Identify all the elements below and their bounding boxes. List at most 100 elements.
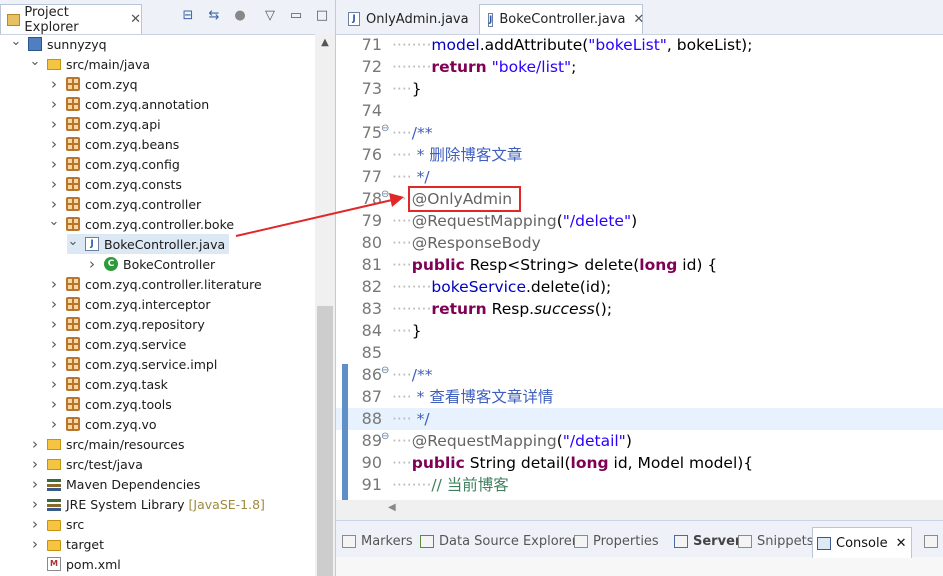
tree-item[interactable]: › C BokeController: [86, 254, 219, 274]
chevron-right-icon[interactable]: ›: [48, 375, 60, 393]
tree-item[interactable]: › src/test/java: [29, 454, 147, 474]
tab-pr[interactable]: Pr: [924, 529, 943, 553]
chevron-right-icon[interactable]: ›: [48, 115, 60, 133]
tree-item[interactable]: › com.zyq.repository: [48, 314, 209, 334]
chevron-right-icon[interactable]: ›: [48, 395, 60, 413]
tree-item[interactable]: › com.zyq.controller: [48, 194, 205, 214]
code-line[interactable]: 79 ····@RequestMapping("/delete"): [336, 210, 943, 232]
tree-item[interactable]: › com.zyq.consts: [48, 174, 186, 194]
code-line[interactable]: 83 ········return Resp.success();: [336, 298, 943, 320]
tab-snippets[interactable]: Snippets: [738, 529, 813, 553]
view-menu-icon[interactable]: ▽: [262, 8, 278, 24]
chevron-right-icon[interactable]: ›: [48, 75, 60, 93]
focus-icon[interactable]: ●: [232, 8, 248, 24]
maximize-icon[interactable]: □: [314, 8, 330, 24]
code-line[interactable]: 86 ⊖ ····/**: [336, 364, 943, 386]
tree-item[interactable]: › com.zyq.interceptor: [48, 294, 215, 314]
chevron-right-icon[interactable]: ›: [86, 255, 98, 273]
chevron-right-icon[interactable]: ›: [48, 355, 60, 373]
code-line[interactable]: 77 ···· */: [336, 166, 943, 188]
tree-item[interactable]: › src: [29, 514, 88, 534]
chevron-down-icon[interactable]: ⌄: [29, 54, 41, 69]
chevron-right-icon[interactable]: ›: [29, 475, 41, 493]
tree-item[interactable]: › com.zyq.service.impl: [48, 354, 221, 374]
close-icon[interactable]: ✕: [130, 12, 141, 27]
tree-item[interactable]: › com.zyq.beans: [48, 134, 183, 154]
chevron-right-icon[interactable]: ›: [48, 415, 60, 433]
tab-properties[interactable]: Properties: [574, 529, 659, 553]
fold-icon[interactable]: ⊖: [381, 118, 389, 140]
fold-icon[interactable]: ⊖: [381, 426, 389, 448]
tree-item[interactable]: › target: [29, 534, 108, 554]
chevron-right-icon[interactable]: ›: [29, 535, 41, 553]
tree-item[interactable]: › com.zyq: [48, 74, 142, 94]
code-line[interactable]: 71 ········model.addAttribute("bokeList",…: [336, 34, 943, 56]
tree-item[interactable]: ⌄ sunnyzyq: [10, 34, 111, 54]
chevron-right-icon[interactable]: ›: [48, 175, 60, 193]
chevron-right-icon[interactable]: ›: [48, 155, 60, 173]
code-line[interactable]: 89 ⊖ ····@RequestMapping("/detail"): [336, 430, 943, 452]
code-line[interactable]: 75 ⊖ ····/**: [336, 122, 943, 144]
tree-item[interactable]: › com.zyq.service: [48, 334, 190, 354]
scroll-left-icon[interactable]: ◀: [388, 502, 396, 513]
tree-item[interactable]: › com.zyq.controller.literature: [48, 274, 266, 294]
code-line[interactable]: 87 ···· * 查看博客文章详情: [336, 386, 943, 408]
chevron-right-icon[interactable]: ›: [29, 515, 41, 533]
code-area[interactable]: 71 ········model.addAttribute("bokeList",…: [336, 34, 943, 500]
chevron-right-icon[interactable]: ›: [48, 315, 60, 333]
code-line[interactable]: 91 ········// 当前博客: [336, 474, 943, 496]
close-icon[interactable]: ✕: [633, 12, 644, 27]
tree-item[interactable]: ⌄ J BokeController.java: [67, 234, 230, 254]
project-explorer-tab[interactable]: Project Explorer ✕: [0, 4, 142, 35]
fold-icon[interactable]: ⊖: [381, 184, 389, 206]
code-line[interactable]: 85: [336, 342, 943, 364]
tab-markers[interactable]: Markers: [342, 529, 413, 553]
tree-item[interactable]: › com.zyq.vo: [48, 414, 161, 434]
fold-icon[interactable]: ⊖: [381, 360, 389, 382]
chevron-right-icon[interactable]: ›: [48, 295, 60, 313]
code-line[interactable]: 74: [336, 100, 943, 122]
tree-item[interactable]: › com.zyq.task: [48, 374, 172, 394]
tree-item[interactable]: › com.zyq.annotation: [48, 94, 213, 114]
code-line[interactable]: 80 ····@ResponseBody: [336, 232, 943, 254]
chevron-down-icon[interactable]: ⌄: [48, 214, 60, 229]
chevron-right-icon[interactable]: ›: [48, 195, 60, 213]
tab-data-source-explorer[interactable]: Data Source Explorer: [420, 529, 577, 553]
chevron-right-icon[interactable]: ›: [48, 275, 60, 293]
tree-item[interactable]: › Maven Dependencies: [29, 474, 204, 494]
tree-item[interactable]: › com.zyq.api: [48, 114, 165, 134]
tree-item[interactable]: › com.zyq.config: [48, 154, 184, 174]
tree-item[interactable]: ⌄ com.zyq.controller.boke: [48, 214, 238, 234]
link-with-editor-icon[interactable]: ⇆: [206, 8, 222, 24]
minimize-icon[interactable]: ▭: [288, 8, 304, 24]
tree-item[interactable]: Mpom.xml: [29, 554, 125, 574]
chevron-right-icon[interactable]: ›: [48, 135, 60, 153]
scroll-up-icon[interactable]: ▲: [315, 34, 335, 52]
close-icon[interactable]: ✕: [896, 536, 907, 551]
tree-item[interactable]: › src/main/resources: [29, 434, 188, 454]
tab-onlyadmin-java[interactable]: J OnlyAdmin.java: [340, 4, 476, 34]
editor-horizontal-scrollbar[interactable]: ◀: [336, 500, 943, 520]
chevron-down-icon[interactable]: ⌄: [67, 234, 79, 249]
code-line[interactable]: 82 ········bokeService.delete(id);: [336, 276, 943, 298]
chevron-right-icon[interactable]: ›: [29, 495, 41, 513]
tree-item[interactable]: ⌄ src/main/java: [29, 54, 154, 74]
chevron-right-icon[interactable]: ›: [29, 455, 41, 473]
chevron-right-icon[interactable]: ›: [29, 435, 41, 453]
chevron-right-icon[interactable]: ›: [48, 335, 60, 353]
tree-item[interactable]: › com.zyq.tools: [48, 394, 176, 414]
code-line[interactable]: 81 ····public Resp<String> delete(long id…: [336, 254, 943, 276]
code-line[interactable]: 76 ···· * 删除博客文章: [336, 144, 943, 166]
chevron-right-icon[interactable]: ›: [48, 95, 60, 113]
code-line[interactable]: 90 ····public String detail(long id, Mode…: [336, 452, 943, 474]
code-line[interactable]: 72 ········return "boke/list";: [336, 56, 943, 78]
chevron-down-icon[interactable]: ⌄: [10, 34, 22, 49]
collapse-all-icon[interactable]: ⊟: [180, 8, 196, 24]
tab-console[interactable]: Console ✕: [812, 527, 912, 558]
tree-item[interactable]: › JRE System Library [JavaSE-1.8]: [29, 494, 269, 514]
code-line[interactable]: 84 ····}: [336, 320, 943, 342]
code-line[interactable]: 88 ···· */: [336, 408, 943, 430]
tab-bokecontroller-java[interactable]: J BokeController.java ✕: [479, 4, 644, 34]
code-line[interactable]: 73 ····}: [336, 78, 943, 100]
tree-scrollbar[interactable]: ▲: [315, 34, 335, 576]
